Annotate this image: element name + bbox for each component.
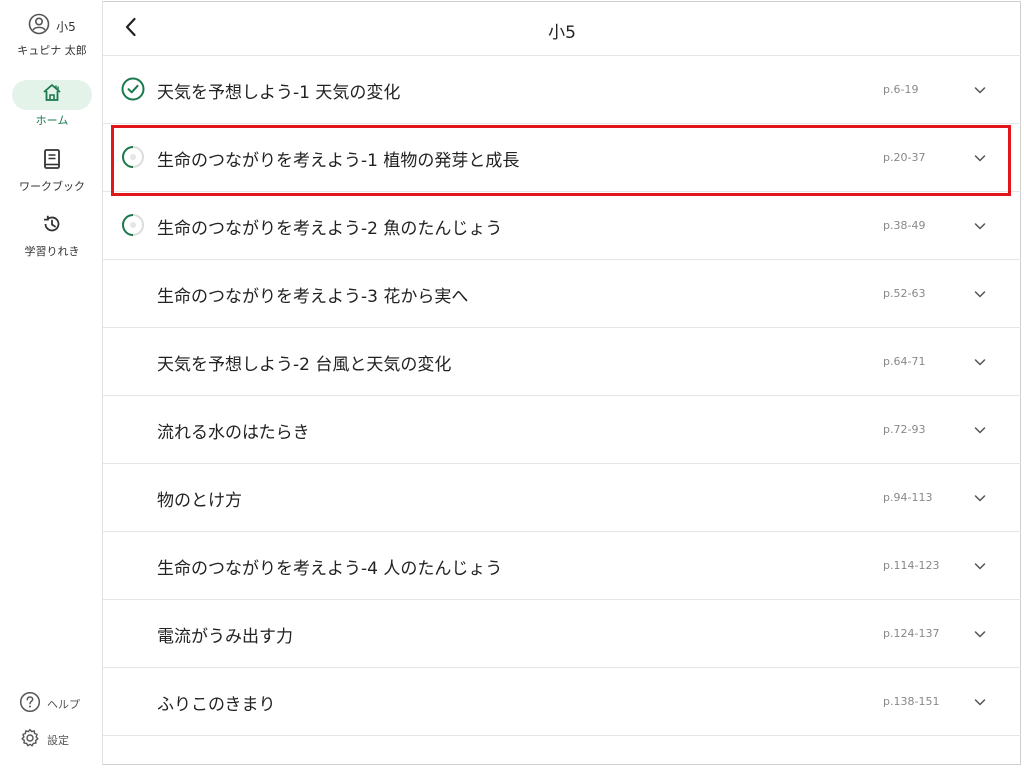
chevron-down-icon[interactable] — [973, 422, 987, 436]
nav-history[interactable]: 学習りれき — [1, 211, 103, 259]
unit-pages: p.72-93 — [883, 423, 926, 436]
nav-home-label: ホーム — [35, 114, 69, 127]
unit-pages: p.138-151 — [883, 695, 940, 708]
progress-ring-icon — [121, 145, 145, 169]
profile-name: キュピナ 太郎 — [17, 44, 87, 57]
unit-title: 生命のつながりを考えよう-2 魚のたんじょう — [157, 219, 503, 239]
chevron-down-icon[interactable] — [973, 218, 987, 232]
nav-history-pill — [12, 211, 92, 241]
chevron-down-icon[interactable] — [973, 490, 987, 504]
profile-grade: 小5 — [56, 19, 76, 34]
chevron-down-icon[interactable] — [973, 354, 987, 368]
profile[interactable]: 小5 キュピナ 太郎 — [1, 13, 103, 58]
unit-title: 生命のつながりを考えよう-4 人のたんじょう — [157, 559, 503, 579]
unit-row[interactable]: 物のとけ方 p.94-113 — [103, 464, 1021, 532]
book-icon — [42, 148, 62, 174]
unit-title: 天気を予想しよう-2 台風と天気の変化 — [157, 355, 452, 375]
help-link[interactable]: ヘルプ — [19, 691, 80, 716]
unit-row[interactable]: 電流がうみ出す力 p.124-137 — [103, 600, 1021, 668]
unit-pages: p.6-19 — [883, 83, 919, 96]
unit-pages: p.64-71 — [883, 355, 926, 368]
nav-workbook-label: ワークブック — [19, 180, 85, 193]
chevron-down-icon[interactable] — [973, 694, 987, 708]
user-circle-icon — [28, 13, 50, 39]
unit-title: ふりこのきまり — [157, 695, 276, 715]
unit-row[interactable]: 流れる水のはたらき p.72-93 — [103, 396, 1021, 464]
header: 小5 — [103, 1, 1021, 56]
gear-icon — [19, 727, 41, 752]
unit-row[interactable]: 天気を予想しよう-2 台風と天気の変化 p.64-71 — [103, 328, 1021, 396]
unit-row[interactable]: 天気を予想しよう-1 天気の変化 p.6-19 — [103, 56, 1021, 124]
unit-title: 天気を予想しよう-1 天気の変化 — [157, 83, 401, 103]
unit-pages: p.52-63 — [883, 287, 926, 300]
chevron-down-icon[interactable] — [973, 150, 987, 164]
nav-home[interactable]: ホーム — [1, 80, 103, 128]
check-circle-icon — [121, 77, 145, 101]
sidebar: 小5 キュピナ 太郎 ホーム ワークブック 学習りれき ヘルプ 設定 — [1, 1, 103, 765]
unit-title: 電流がうみ出す力 — [157, 627, 293, 647]
chevron-down-icon[interactable] — [973, 626, 987, 640]
chevron-down-icon[interactable] — [973, 286, 987, 300]
home-icon — [41, 82, 63, 108]
unit-pages: p.114-123 — [883, 559, 940, 572]
unit-title: 生命のつながりを考えよう-3 花から実へ — [157, 287, 469, 307]
help-icon — [19, 691, 41, 716]
unit-pages: p.20-37 — [883, 151, 926, 164]
unit-row[interactable]: ふりこのきまり p.138-151 — [103, 668, 1021, 736]
unit-row[interactable]: 生命のつながりを考えよう-1 植物の発芽と成長 p.20-37 — [103, 124, 1021, 196]
chevron-down-icon[interactable] — [973, 82, 987, 96]
settings-label: 設定 — [47, 733, 69, 747]
nav-history-label: 学習りれき — [24, 245, 80, 258]
history-icon — [41, 213, 63, 239]
unit-pages: p.94-113 — [883, 491, 933, 504]
unit-list: 天気を予想しよう-1 天気の変化 p.6-19 生命のつながりを考えよう-1 植… — [103, 56, 1021, 736]
unit-pages: p.38-49 — [883, 219, 926, 232]
help-label: ヘルプ — [47, 697, 80, 711]
unit-title: 物のとけ方 — [157, 491, 242, 511]
nav-workbook[interactable]: ワークブック — [1, 146, 103, 194]
unit-row[interactable]: 生命のつながりを考えよう-2 魚のたんじょう p.38-49 — [103, 192, 1021, 260]
unit-pages: p.124-137 — [883, 627, 940, 640]
nav-home-pill — [12, 80, 92, 110]
unit-title: 生命のつながりを考えよう-1 植物の発芽と成長 — [157, 151, 520, 171]
chevron-down-icon[interactable] — [973, 558, 987, 572]
settings-link[interactable]: 設定 — [19, 727, 69, 752]
main-panel: 小5 天気を予想しよう-1 天気の変化 p.6-19 生命のつながりを考えよう-… — [103, 1, 1021, 765]
unit-row[interactable]: 生命のつながりを考えよう-3 花から実へ p.52-63 — [103, 260, 1021, 328]
page-title: 小5 — [548, 23, 576, 43]
progress-ring-icon — [121, 213, 145, 237]
unit-row[interactable]: 生命のつながりを考えよう-4 人のたんじょう p.114-123 — [103, 532, 1021, 600]
nav-workbook-pill — [12, 146, 92, 176]
unit-title: 流れる水のはたらき — [157, 423, 310, 443]
